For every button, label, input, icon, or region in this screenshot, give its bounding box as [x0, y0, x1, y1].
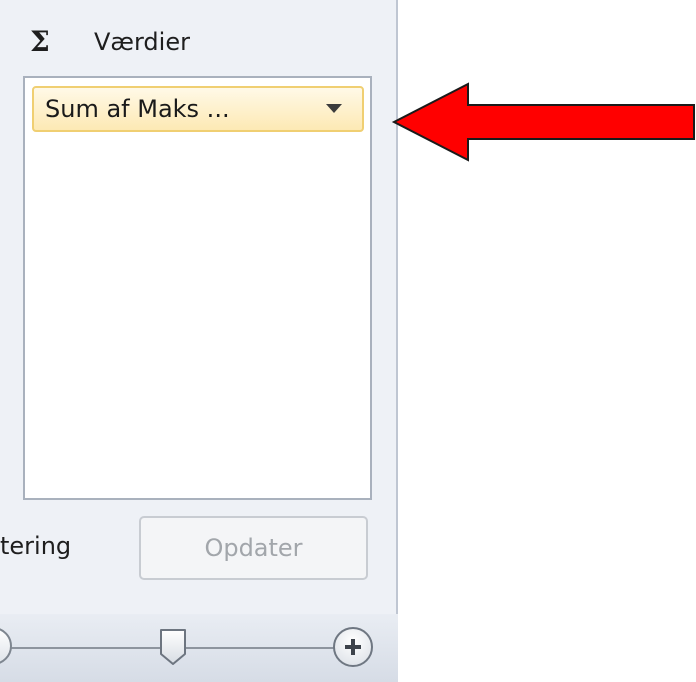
defer-layout-update-label: tering — [0, 532, 90, 560]
sigma-icon: Σ — [30, 25, 50, 58]
defer-layout-update-text: tering — [0, 532, 72, 560]
values-section-title: Værdier — [94, 28, 190, 56]
pivot-field-list-panel: Σ Værdier Sum af Maks ... tering Opdater — [0, 0, 398, 614]
zoom-slider-thumb[interactable] — [159, 628, 187, 666]
update-button[interactable]: Opdater — [139, 516, 368, 580]
values-area[interactable]: Sum af Maks ... — [23, 76, 372, 500]
screenshot: Σ Værdier Sum af Maks ... tering Opdater — [0, 0, 696, 682]
red-arrow-annotation-icon — [391, 82, 695, 162]
dropdown-arrow-icon[interactable] — [326, 104, 342, 113]
zoom-out-icon[interactable] — [0, 627, 12, 665]
values-section-header: Σ Værdier — [30, 22, 190, 62]
value-field-label: Sum af Maks ... — [45, 95, 230, 123]
zoom-bar — [0, 614, 398, 682]
zoom-in-icon[interactable] — [333, 627, 373, 667]
value-field-item[interactable]: Sum af Maks ... — [32, 86, 364, 132]
